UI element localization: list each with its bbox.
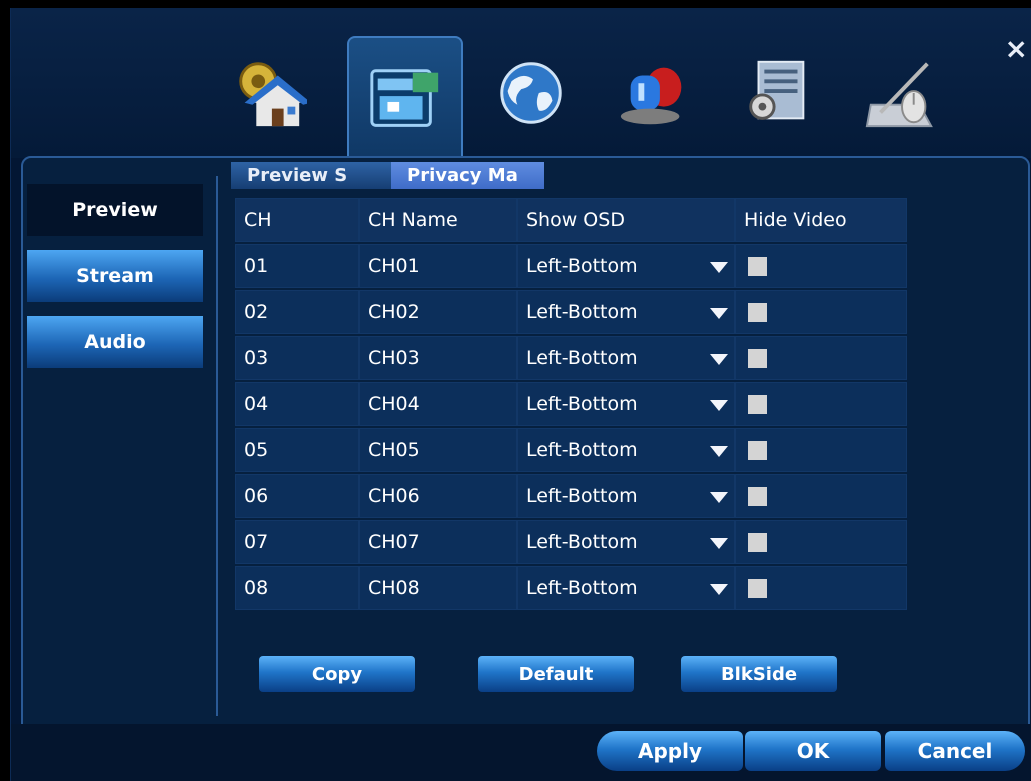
- alarm-siren-icon[interactable]: [611, 48, 701, 138]
- chevron-down-icon[interactable]: [710, 492, 728, 503]
- osd-position-value: Left-Bottom: [526, 255, 638, 277]
- hide-video-checkbox[interactable]: [748, 532, 767, 552]
- ch-name-field[interactable]: CH05: [359, 428, 517, 472]
- advanced-settings-icon[interactable]: [733, 48, 823, 138]
- hide-video-cell: [735, 566, 907, 610]
- hide-video-checkbox[interactable]: [748, 256, 767, 276]
- osd-position-select[interactable]: Left-Bottom: [517, 520, 735, 564]
- hide-video-cell: [735, 520, 907, 564]
- ch-number: 03: [235, 336, 359, 380]
- default-button[interactable]: Default: [478, 656, 634, 692]
- footer-bar: Apply OK Cancel: [11, 724, 1031, 781]
- ch-number: 05: [235, 428, 359, 472]
- tab-privacy-mask[interactable]: Privacy Ma: [391, 162, 544, 189]
- tab-preview-setup[interactable]: Preview S: [231, 162, 391, 189]
- osd-position-select[interactable]: Left-Bottom: [517, 474, 735, 518]
- chevron-down-icon[interactable]: [710, 400, 728, 411]
- ok-button[interactable]: OK: [745, 731, 881, 771]
- osd-position-value: Left-Bottom: [526, 485, 638, 507]
- osd-position-value: Left-Bottom: [526, 531, 638, 553]
- nav-divider: [216, 176, 218, 716]
- chevron-down-icon[interactable]: [710, 308, 728, 319]
- ch-name-field[interactable]: CH07: [359, 520, 517, 564]
- ch-name-field[interactable]: CH08: [359, 566, 517, 610]
- hide-video-cell: [735, 290, 907, 334]
- sidebar-item-preview[interactable]: Preview: [27, 184, 203, 236]
- system-house-gear-icon[interactable]: [223, 48, 313, 138]
- ch-name-field[interactable]: CH01: [359, 244, 517, 288]
- ch-name-field[interactable]: CH02: [359, 290, 517, 334]
- ch-number: 04: [235, 382, 359, 426]
- chevron-down-icon[interactable]: [710, 538, 728, 549]
- ch-name-field[interactable]: CH04: [359, 382, 517, 426]
- left-nav: Preview Stream Audio: [23, 178, 208, 718]
- ch-number: 07: [235, 520, 359, 564]
- cancel-button[interactable]: Cancel: [885, 731, 1025, 771]
- osd-position-value: Left-Bottom: [526, 301, 638, 323]
- osd-position-select[interactable]: Left-Bottom: [517, 382, 735, 426]
- hide-video-checkbox[interactable]: [748, 440, 767, 460]
- osd-position-select[interactable]: Left-Bottom: [517, 336, 735, 380]
- osd-position-value: Left-Bottom: [526, 393, 638, 415]
- header-ch: CH: [235, 198, 359, 242]
- hide-video-checkbox[interactable]: [748, 302, 767, 322]
- ch-number: 02: [235, 290, 359, 334]
- settings-window: × Preview Stream Audio Preview S Privacy…: [10, 8, 1031, 781]
- osd-position-select[interactable]: Left-Bottom: [517, 566, 735, 610]
- ch-name-field[interactable]: CH03: [359, 336, 517, 380]
- hide-video-checkbox[interactable]: [748, 578, 767, 598]
- osd-position-value: Left-Bottom: [526, 347, 638, 369]
- header-hide-video: Hide Video: [735, 198, 907, 242]
- network-globe-icon[interactable]: [486, 48, 576, 138]
- osd-position-select[interactable]: Left-Bottom: [517, 244, 735, 288]
- hide-video-checkbox[interactable]: [748, 394, 767, 414]
- sidebar-item-audio[interactable]: Audio: [27, 316, 203, 368]
- hide-video-checkbox[interactable]: [748, 486, 767, 506]
- chevron-down-icon[interactable]: [710, 584, 728, 595]
- hide-video-cell: [735, 244, 907, 288]
- chevron-down-icon[interactable]: [710, 446, 728, 457]
- blkside-button[interactable]: BlkSide: [681, 656, 837, 692]
- chevron-down-icon[interactable]: [710, 354, 728, 365]
- header-ch-name: CH Name: [359, 198, 517, 242]
- chevron-down-icon[interactable]: [710, 262, 728, 273]
- ch-name-field[interactable]: CH06: [359, 474, 517, 518]
- osd-position-select[interactable]: Left-Bottom: [517, 428, 735, 472]
- display-config-icon[interactable]: [347, 36, 463, 162]
- hide-video-cell: [735, 474, 907, 518]
- close-icon[interactable]: ×: [1005, 32, 1028, 65]
- copy-button[interactable]: Copy: [259, 656, 415, 692]
- settings-panel: Preview Stream Audio Preview S Privacy M…: [21, 156, 1030, 726]
- mouse-pen-icon[interactable]: [857, 48, 947, 138]
- hide-video-cell: [735, 428, 907, 472]
- osd-position-value: Left-Bottom: [526, 439, 638, 461]
- ch-number: 06: [235, 474, 359, 518]
- hide-video-cell: [735, 336, 907, 380]
- sidebar-item-stream[interactable]: Stream: [27, 250, 203, 302]
- ch-number: 01: [235, 244, 359, 288]
- osd-position-select[interactable]: Left-Bottom: [517, 290, 735, 334]
- header-show-osd: Show OSD: [517, 198, 735, 242]
- ch-number: 08: [235, 566, 359, 610]
- apply-button[interactable]: Apply: [597, 731, 743, 771]
- hide-video-checkbox[interactable]: [748, 348, 767, 368]
- hide-video-cell: [735, 382, 907, 426]
- osd-position-value: Left-Bottom: [526, 577, 638, 599]
- toolbar: ×: [11, 8, 1031, 162]
